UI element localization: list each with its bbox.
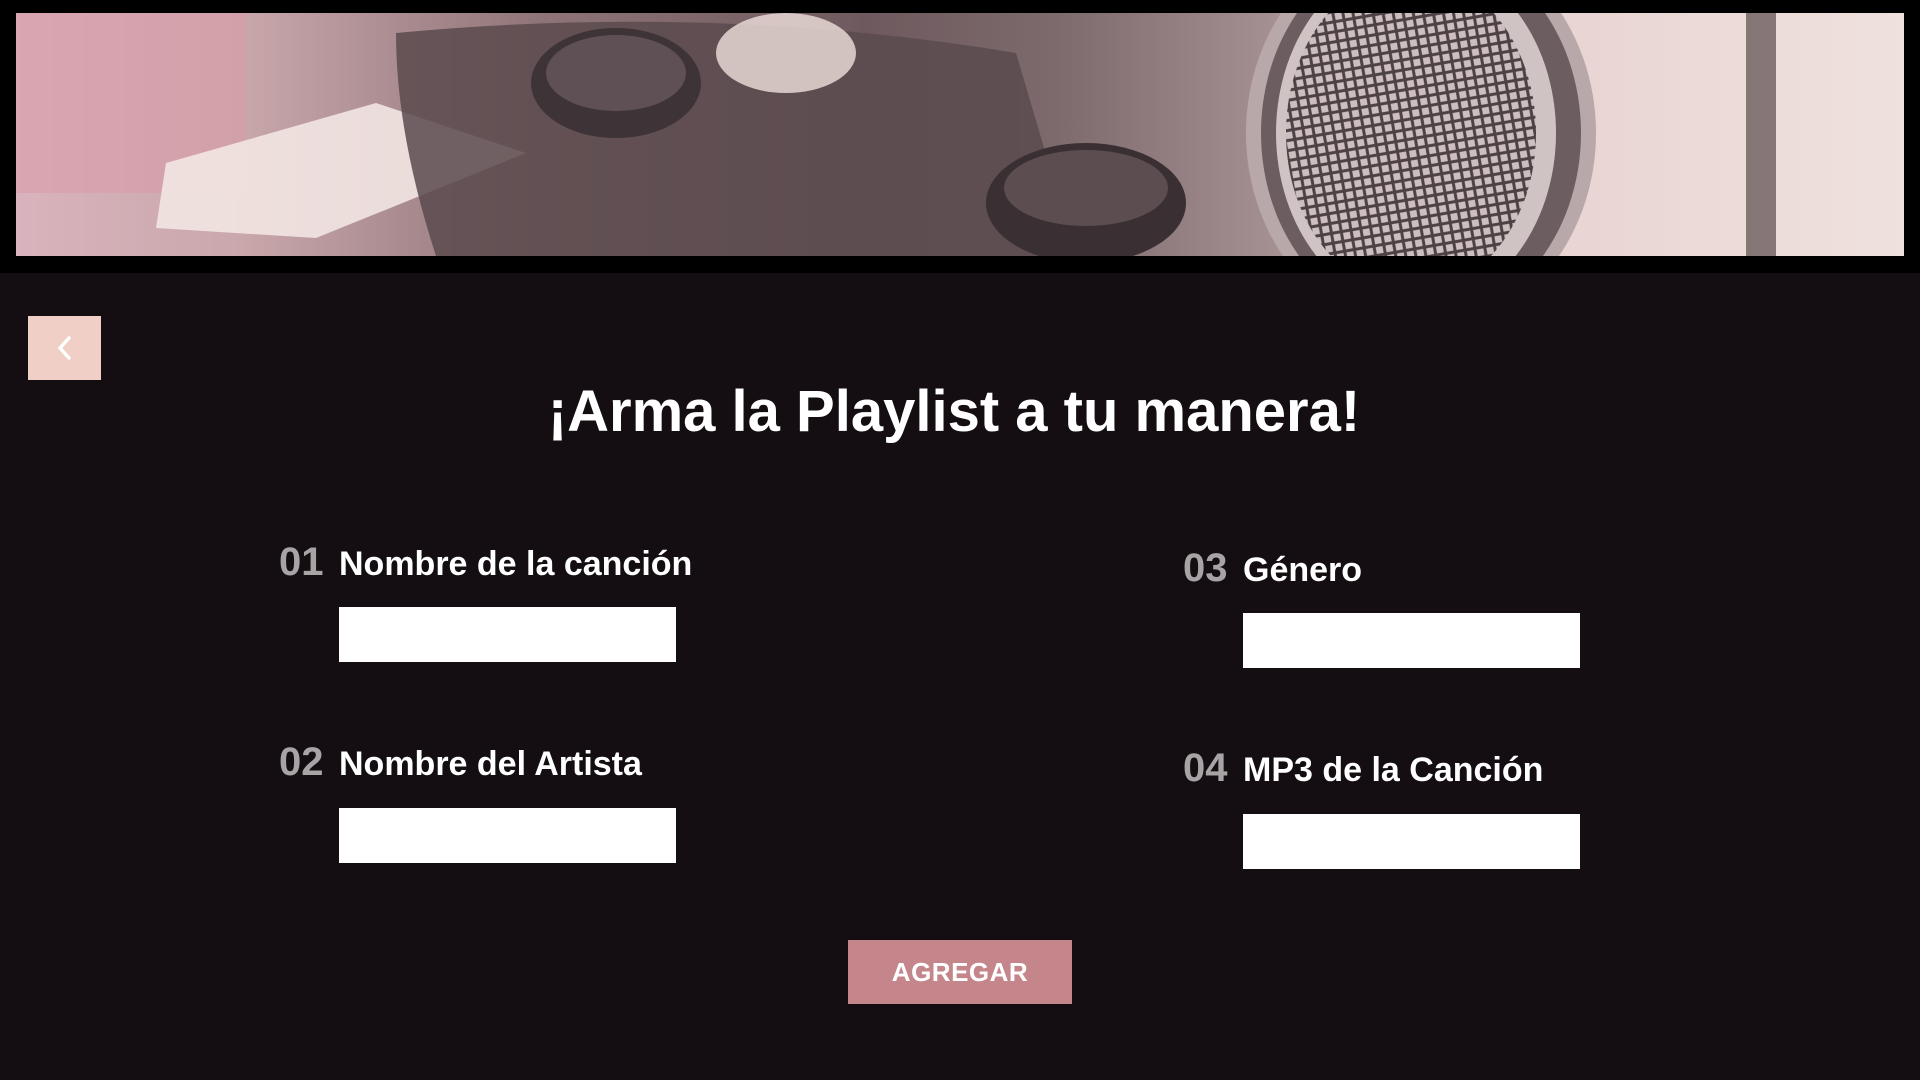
- field-number: 04: [1183, 746, 1228, 790]
- chevron-left-icon: [57, 336, 71, 360]
- back-button[interactable]: [28, 316, 101, 380]
- field-label: Género: [1243, 551, 1363, 589]
- field-genre: 03 Género: [1183, 546, 1580, 668]
- hero-microphone-photo: [16, 13, 1904, 256]
- hero-illustration: [16, 13, 1776, 256]
- field-label: Nombre de la canción: [339, 545, 693, 583]
- genre-input[interactable]: [1243, 613, 1580, 668]
- hero-banner: [0, 0, 1920, 273]
- field-number: 01: [279, 540, 324, 584]
- field-number: 02: [279, 740, 324, 784]
- field-number: 03: [1183, 546, 1228, 590]
- add-button[interactable]: AGREGAR: [848, 940, 1072, 1004]
- artist-name-input[interactable]: [339, 808, 676, 863]
- field-label: MP3 de la Canción: [1243, 751, 1544, 789]
- page-title: ¡Arma la Playlist a tu manera!: [547, 379, 1361, 444]
- field-label: Nombre del Artista: [339, 745, 642, 783]
- field-artist-name: 02 Nombre del Artista: [279, 740, 676, 863]
- mp3-input[interactable]: [1243, 814, 1580, 869]
- song-name-input[interactable]: [339, 607, 676, 662]
- field-mp3: 04 MP3 de la Canción: [1183, 746, 1580, 869]
- field-song-name: 01 Nombre de la canción: [279, 540, 693, 662]
